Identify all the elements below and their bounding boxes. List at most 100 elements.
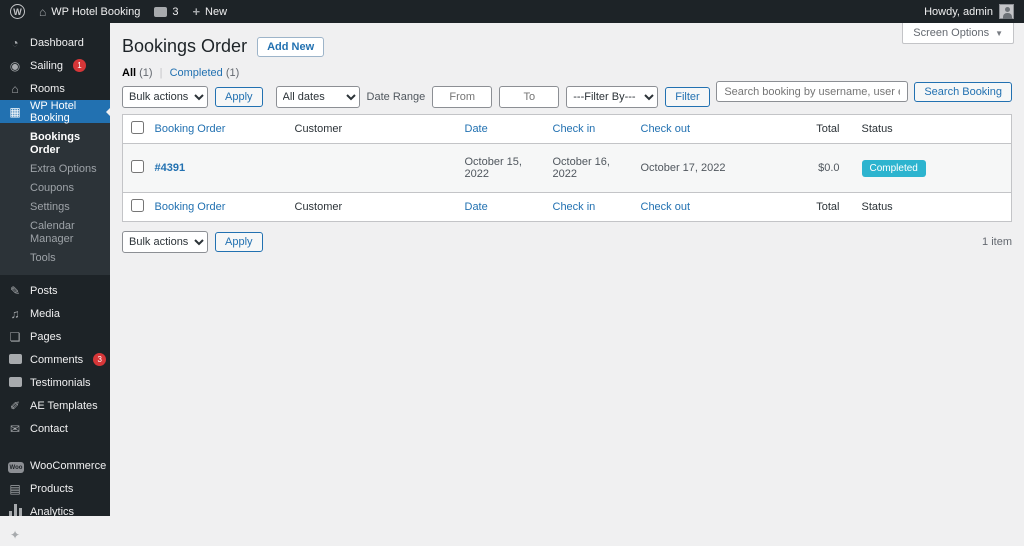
sort-check-out-bottom[interactable]: Check out <box>641 201 691 213</box>
sidebar-item-label: Sailing <box>30 59 64 72</box>
apply-button[interactable]: Apply <box>215 87 263 107</box>
sidebar-item-posts[interactable]: ✎ Posts <box>0 279 110 302</box>
header-customer: Customer <box>286 114 457 144</box>
submenu-item-extra-options[interactable]: Extra Options <box>0 160 110 179</box>
sidebar-item-woocommerce[interactable]: Woo WooCommerce <box>0 454 110 477</box>
sidebar-item-pages[interactable]: ❏ Pages <box>0 325 110 348</box>
sort-date-bottom[interactable]: Date <box>465 201 488 213</box>
page-title: Bookings Order <box>122 36 248 56</box>
view-all-count: (1) <box>139 67 153 79</box>
screen-options-label: Screen Options <box>913 27 990 39</box>
sort-check-in-bottom[interactable]: Check in <box>553 201 596 213</box>
bottom-toolbar: Bulk actions Apply 1 item <box>122 231 1012 253</box>
sort-date[interactable]: Date <box>465 123 488 135</box>
sidebar-item-label: WooCommerce <box>30 459 107 472</box>
sort-booking-order-bottom[interactable]: Booking Order <box>155 201 226 213</box>
date-to-input[interactable] <box>499 86 560 108</box>
rooms-icon: ⌂ <box>11 81 19 96</box>
view-completed-count: (1) <box>225 67 240 79</box>
add-new-button[interactable]: Add New <box>257 36 325 57</box>
notification-badge: 1 <box>73 59 87 72</box>
apply-button-bottom[interactable]: Apply <box>215 232 263 252</box>
wordpress-logo-icon: W <box>10 4 25 19</box>
calendar-icon: ▦ <box>9 104 21 119</box>
submenu-item-coupons[interactable]: Coupons <box>0 179 110 198</box>
footer-customer: Customer <box>286 192 457 222</box>
hotel-booking-submenu: Bookings Order Extra Options Coupons Set… <box>0 123 110 275</box>
envelope-icon: ✉ <box>9 421 21 436</box>
wordpress-menu[interactable]: W <box>10 4 25 19</box>
view-separator: | <box>159 67 163 79</box>
admin-sidebar: ◔ Dashboard ◉ Sailing 1 ⌂ Rooms ▦ WP Hot… <box>0 23 110 542</box>
sidebar-item-products[interactable]: ▤ Products <box>0 477 110 500</box>
bulk-actions-select[interactable]: Bulk actions <box>122 86 208 108</box>
sidebar-item-label: Testimonials <box>30 376 91 389</box>
sort-check-out[interactable]: Check out <box>641 123 691 135</box>
new-label: New <box>205 5 228 18</box>
site-name-link[interactable]: ⌂ WP Hotel Booking <box>39 6 140 18</box>
sidebar-item-label: Comments <box>30 353 84 366</box>
admin-bar-comments[interactable]: 3 <box>154 6 178 18</box>
sidebar-item-label: Posts <box>30 284 58 297</box>
howdy-text: Howdy, admin <box>924 5 993 18</box>
sidebar-item-ae-templates[interactable]: ✐ AE Templates <box>0 394 110 417</box>
row-checkbox[interactable] <box>131 160 144 173</box>
view-filter-links: All (1) | Completed (1) <box>122 67 1012 79</box>
submenu-item-tools[interactable]: Tools <box>0 249 110 268</box>
pages-icon: ❏ <box>9 329 21 344</box>
submenu-item-settings[interactable]: Settings <box>0 198 110 217</box>
sidebar-item-marketing[interactable]: ✦ Marketing <box>0 523 110 546</box>
submenu-item-bookings-order[interactable]: Bookings Order <box>0 128 110 160</box>
date-filter-select[interactable]: All dates <box>275 86 360 108</box>
screen-options-button[interactable]: Screen Options ▼ <box>902 23 1014 44</box>
sidebar-item-label: Products <box>30 482 74 495</box>
select-all-checkbox[interactable] <box>131 121 144 134</box>
template-pin-icon: ✐ <box>9 398 21 413</box>
sidebar-item-testimonials[interactable]: Testimonials <box>0 371 110 394</box>
sort-check-in[interactable]: Check in <box>553 123 596 135</box>
table-header-row: Booking Order Customer Date Check in Che… <box>122 114 1012 144</box>
date-from-input[interactable] <box>432 86 493 108</box>
sidebar-item-comments[interactable]: Comments 3 <box>0 348 110 371</box>
footer-status: Status <box>847 192 1012 222</box>
search-box: Search Booking <box>716 81 1012 102</box>
testimonial-bubble-icon <box>8 376 22 390</box>
sidebar-item-label: Marketing <box>30 528 79 541</box>
cell-check-out: October 17, 2022 <box>632 143 808 193</box>
cell-check-in: October 16, 2022 <box>544 143 633 193</box>
cell-date: October 15, 2022 <box>456 143 545 193</box>
sidebar-item-sailing[interactable]: ◉ Sailing 1 <box>0 54 110 77</box>
sidebar-item-rooms[interactable]: ⌂ Rooms <box>0 77 110 100</box>
search-booking-button[interactable]: Search Booking <box>914 81 1012 102</box>
sidebar-item-label: Contact <box>30 422 68 435</box>
notification-badge: 3 <box>93 353 107 366</box>
cell-customer <box>286 143 457 193</box>
submenu-item-calendar-manager[interactable]: Calendar Manager <box>0 217 110 249</box>
sidebar-item-dashboard[interactable]: ◔ Dashboard <box>0 31 110 54</box>
comments-count: 3 <box>172 5 179 18</box>
sidebar-item-label: WP Hotel Booking <box>30 99 77 124</box>
status-badge: Completed <box>861 159 926 177</box>
select-all-checkbox-bottom[interactable] <box>131 199 144 212</box>
header-total: Total <box>807 114 848 144</box>
view-completed-link[interactable]: Completed <box>170 67 223 79</box>
view-all-link[interactable]: All <box>122 67 136 79</box>
cell-total: $0.0 <box>807 143 848 193</box>
header-status: Status <box>847 114 1012 144</box>
comments-bubble-icon <box>154 6 168 17</box>
sailing-icon: ◉ <box>9 58 21 73</box>
booking-id-link[interactable]: #4391 <box>155 162 186 174</box>
new-content-menu[interactable]: + New <box>192 4 227 19</box>
bulk-actions-select-bottom[interactable]: Bulk actions <box>122 231 208 253</box>
products-icon: ▤ <box>9 481 21 496</box>
sidebar-item-wp-hotel-booking[interactable]: ▦ WP Hotel Booking <box>0 99 110 124</box>
account-menu[interactable]: Howdy, admin <box>924 4 1014 19</box>
filter-button[interactable]: Filter <box>665 87 710 107</box>
search-input[interactable] <box>716 81 909 102</box>
sidebar-item-analytics[interactable]: Analytics <box>0 500 110 523</box>
sidebar-item-contact[interactable]: ✉ Contact <box>0 417 110 440</box>
filter-by-select[interactable]: ---Filter By--- <box>566 86 659 108</box>
sidebar-item-media[interactable]: ♫ Media <box>0 302 110 325</box>
bar-chart-icon <box>8 504 22 519</box>
sort-booking-order[interactable]: Booking Order <box>155 123 226 135</box>
